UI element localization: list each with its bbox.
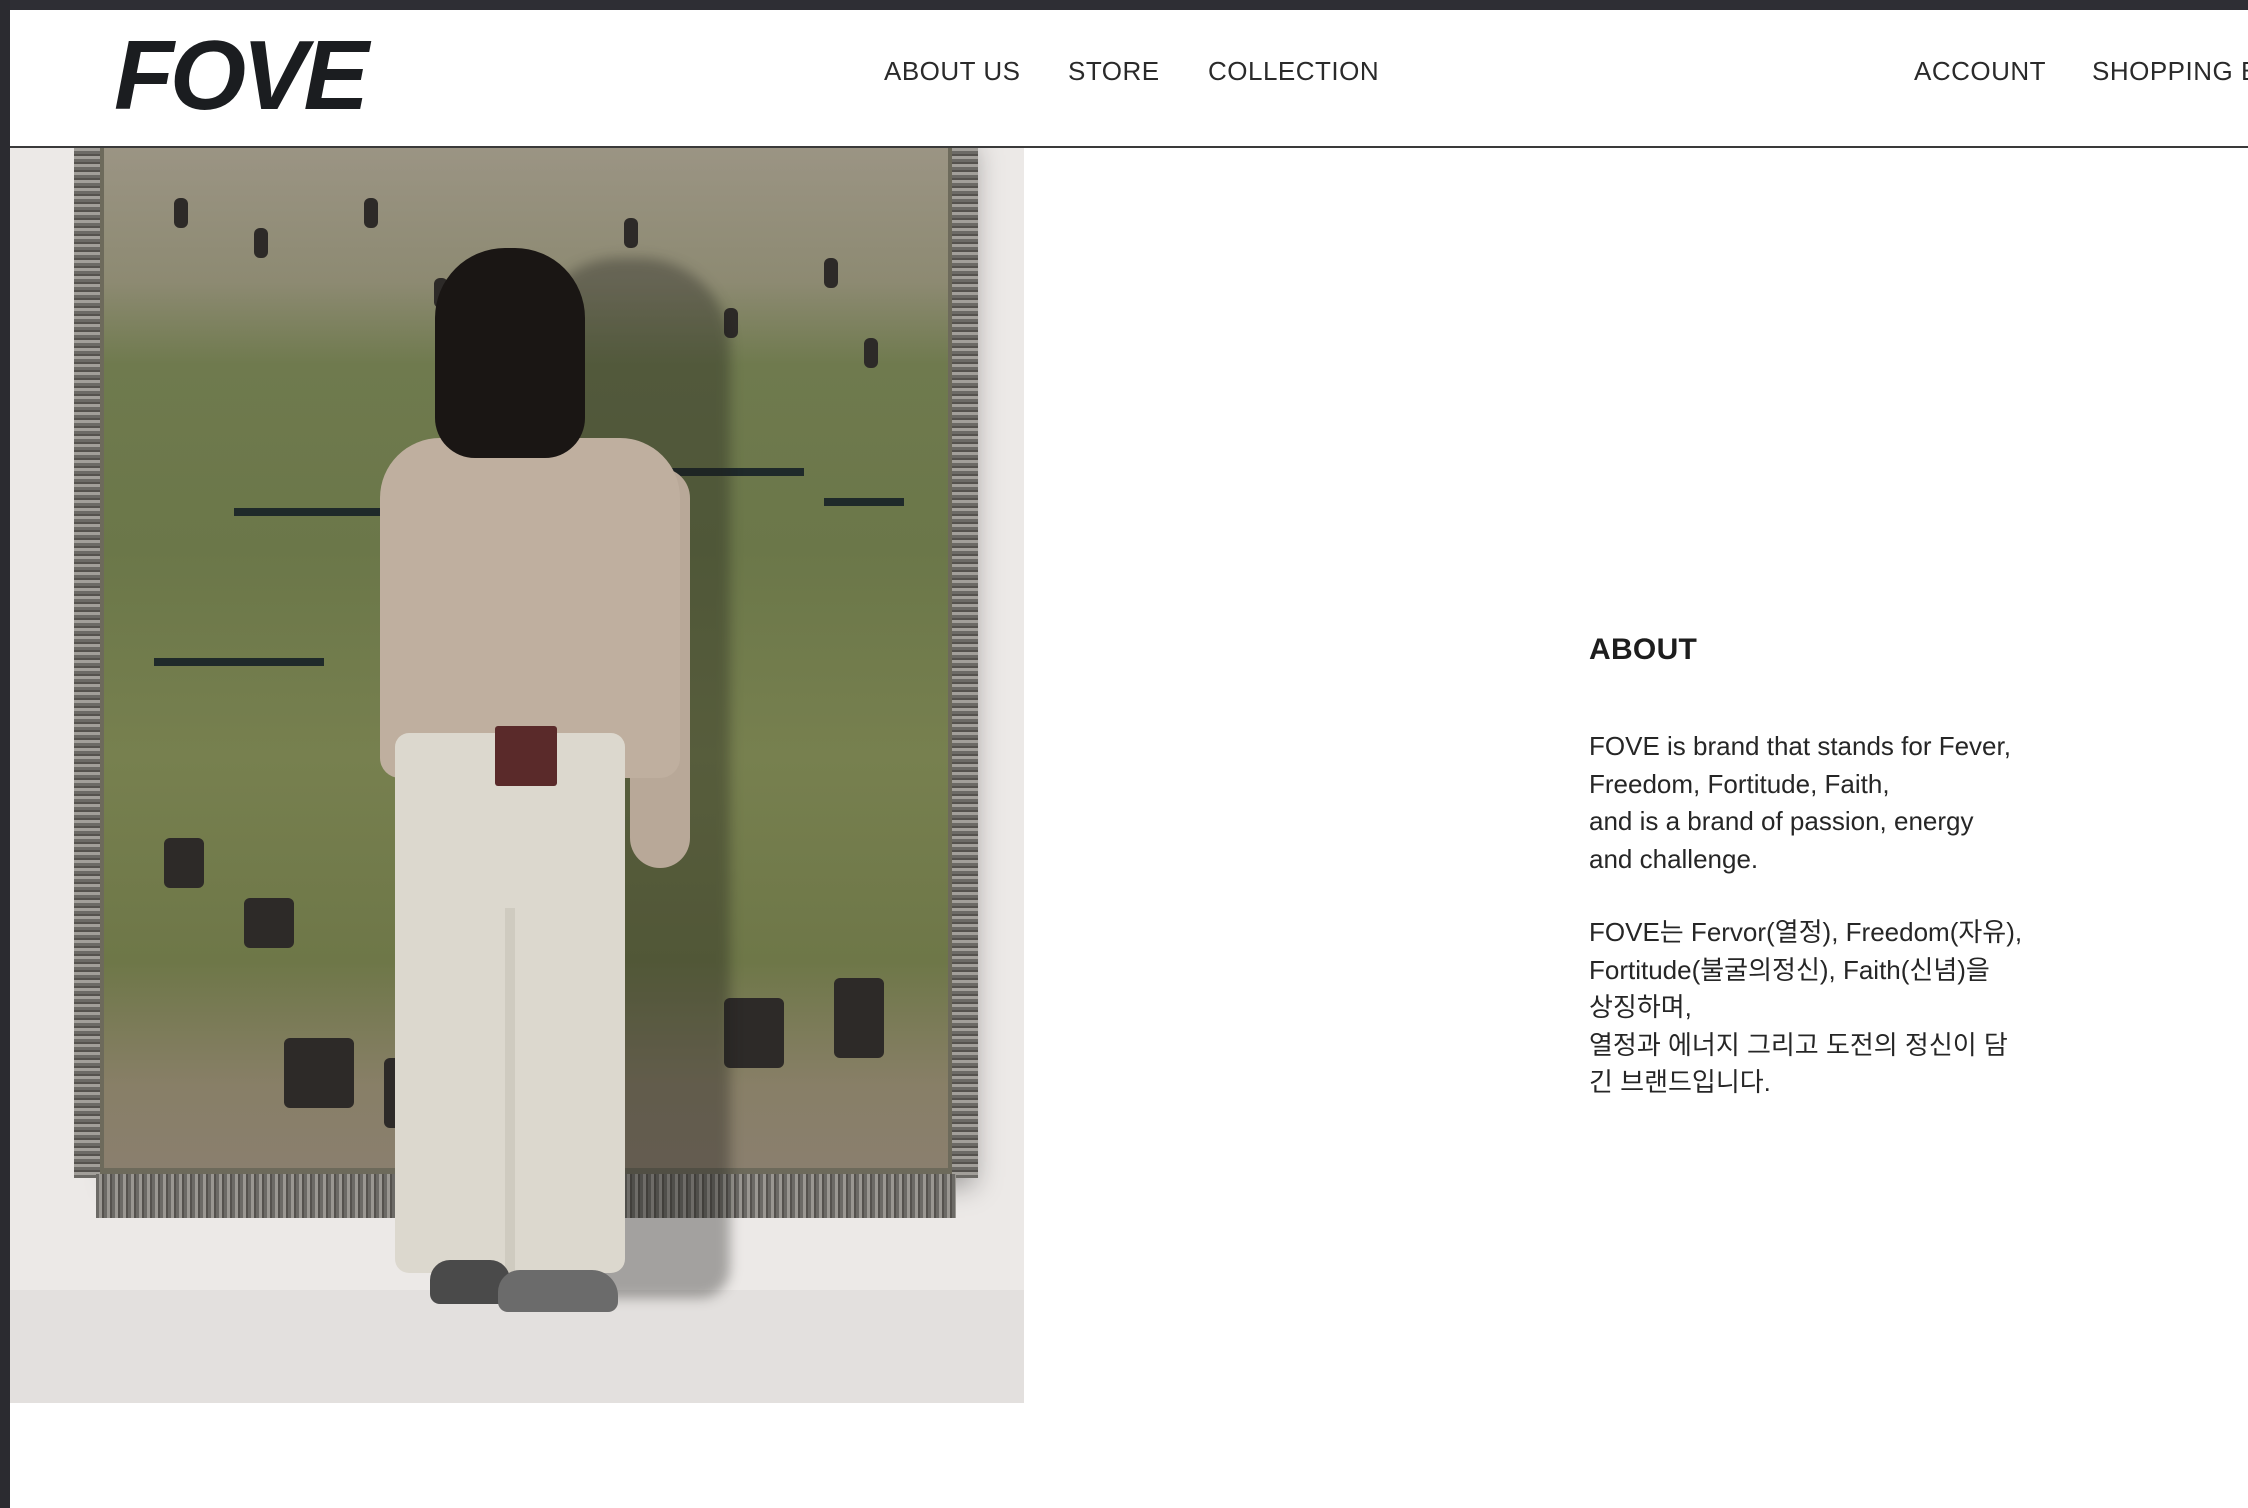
- site-header: FOVE ABOUT US STORE COLLECTION ACCOUNT S…: [10, 10, 2248, 148]
- crowd-figure: [254, 228, 268, 258]
- nav-store[interactable]: STORE: [1068, 56, 1160, 87]
- about-paragraph-english: FOVE is brand that stands for Fever, Fre…: [1589, 731, 2011, 874]
- park-bench: [234, 508, 384, 516]
- crowd-figure: [864, 338, 878, 368]
- crowd-figure: [724, 998, 784, 1068]
- crowd-figure: [624, 218, 638, 248]
- model-hair: [435, 248, 585, 458]
- crowd-figure: [174, 198, 188, 228]
- brand-logo[interactable]: FOVE: [114, 26, 369, 124]
- crowd-figure: [244, 898, 294, 948]
- park-bench: [824, 498, 904, 506]
- nav-account[interactable]: ACCOUNT: [1914, 56, 2046, 87]
- model-pocket-patch: [495, 726, 557, 786]
- page: FOVE ABOUT US STORE COLLECTION ACCOUNT S…: [0, 0, 2248, 1508]
- hero-photo: [10, 148, 1024, 1403]
- crowd-figure: [834, 978, 884, 1058]
- crowd-figure: [284, 1038, 354, 1108]
- model-pants-split: [505, 908, 515, 1278]
- about-heading: ABOUT: [1589, 632, 1698, 666]
- tapestry-fringe-left: [74, 148, 100, 1178]
- window-left-edge: [0, 0, 10, 1508]
- crowd-figure: [164, 838, 204, 888]
- tapestry-fringe-right: [952, 148, 978, 1178]
- nav-about-us[interactable]: ABOUT US: [884, 56, 1020, 87]
- about-paragraph-korean: FOVE는 Fervor(열정), Freedom(자유), Fortitude…: [1589, 917, 2023, 1097]
- model-shoe-right: [498, 1270, 618, 1312]
- nav-shopping-bag[interactable]: SHOPPING BA: [2092, 56, 2248, 87]
- window-top-edge: [0, 0, 2248, 10]
- nav-collection[interactable]: COLLECTION: [1208, 56, 1379, 87]
- park-bench: [154, 658, 324, 666]
- crowd-figure: [824, 258, 838, 288]
- crowd-figure: [364, 198, 378, 228]
